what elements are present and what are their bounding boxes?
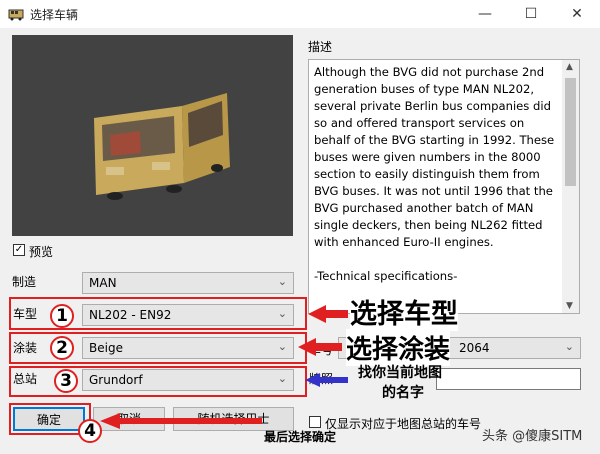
annotation-final-confirm: 最后选择确定 xyxy=(264,430,337,444)
arrow-icon xyxy=(308,305,348,323)
annotation-select-livery: 选择涂装 xyxy=(346,329,451,366)
watermark: 头条 @傻康SITM xyxy=(482,429,583,444)
annotation-find-map-line1: 找你当前地图 xyxy=(358,365,442,381)
arrow-icon xyxy=(305,373,348,387)
annotation-select-model: 选择车型 xyxy=(350,292,458,331)
arrow-icon xyxy=(298,338,342,356)
arrow-icon xyxy=(100,413,262,429)
annotation-find-map-line2: 的名字 xyxy=(382,385,424,401)
annotation-arrows xyxy=(100,305,348,429)
